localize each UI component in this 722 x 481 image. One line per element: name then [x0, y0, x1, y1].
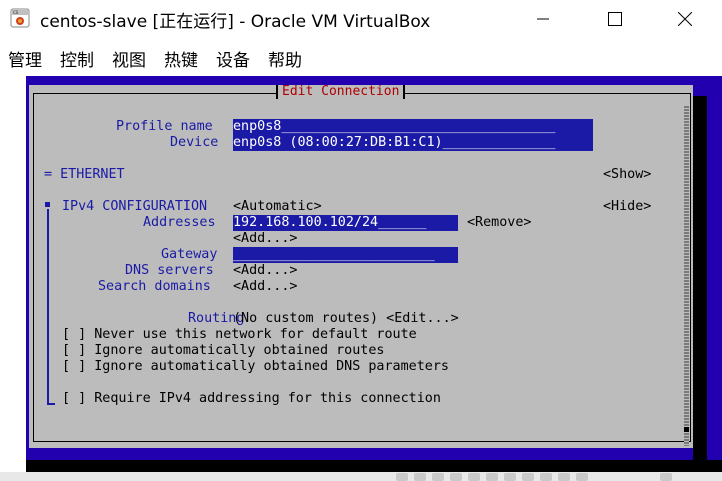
audio-icon[interactable]: [432, 473, 444, 481]
menu-control[interactable]: 控制: [60, 46, 94, 71]
vm-status-bar: [0, 472, 722, 481]
device-label: Device: [170, 135, 219, 150]
ipv4-section-marker: [45, 202, 50, 207]
add-address-button[interactable]: <Add...>: [233, 231, 298, 247]
minimize-button[interactable]: [520, 0, 566, 38]
network-icon[interactable]: [450, 473, 462, 481]
edit-connection-dialog: Edit Connection Profile name enp0s8_____…: [29, 85, 693, 448]
add-dns-button[interactable]: <Add...>: [233, 263, 298, 279]
window-title: centos-slave [正在运行] - Oracle VM VirtualB…: [40, 12, 431, 32]
virtualbox-app-icon: CS: [10, 8, 30, 28]
close-button[interactable]: [662, 0, 708, 38]
menu-bar: 管理 控制 视图 热键 设备 帮助: [0, 38, 722, 76]
search-domains-label: Search domains: [98, 279, 211, 294]
device-field[interactable]: enp0s8 (08:00:27:DB:B1:C1)______________: [233, 135, 593, 151]
window-titlebar: CS centos-slave [正在运行] - Oracle VM Virtu…: [0, 0, 722, 38]
gateway-field[interactable]: _________________________: [233, 247, 458, 263]
profile-name-label: Profile name: [116, 119, 213, 134]
keyboard-icon[interactable]: [576, 473, 588, 481]
addresses-label: Addresses: [143, 215, 216, 230]
require-ipv4-checkbox[interactable]: [ ] Require IPv4 addressing for this con…: [62, 391, 441, 407]
ethernet-section-label: = ETHERNET: [44, 167, 125, 182]
ipv4-section-bracket: [47, 209, 49, 405]
ipv4-section-bracket-end: [47, 403, 55, 405]
hard-disk-icon[interactable]: [396, 473, 408, 481]
dialog-title: Edit Connection: [276, 85, 406, 99]
ignore-routes-checkbox[interactable]: [ ] Ignore automatically obtained routes: [62, 343, 384, 359]
host-key-icon: [660, 473, 672, 481]
recording-icon[interactable]: [522, 473, 534, 481]
routing-edit-button[interactable]: (No custom routes) <Edit...>: [233, 311, 459, 327]
scrollbar-track[interactable]: [684, 106, 689, 446]
menu-manage[interactable]: 管理: [8, 46, 42, 71]
vm-screen[interactable]: Edit Connection Profile name enp0s8_____…: [26, 76, 722, 472]
shared-folder-icon[interactable]: [486, 473, 498, 481]
ipv4-config-label: IPv4 CONFIGURATION: [62, 199, 208, 214]
mouse-integration-icon[interactable]: [558, 473, 570, 481]
display-icon[interactable]: [504, 473, 516, 481]
never-default-route-checkbox[interactable]: [ ] Never use this network for default r…: [62, 327, 417, 343]
menu-devices[interactable]: 设备: [216, 46, 250, 71]
menu-view[interactable]: 视图: [112, 46, 146, 71]
scroll-down-marker[interactable]: [684, 427, 689, 432]
address-field[interactable]: 192.168.100.102/24______: [233, 215, 458, 231]
menu-help[interactable]: 帮助: [268, 46, 302, 71]
maximize-button[interactable]: [592, 0, 638, 38]
ipv4-hide-button[interactable]: <Hide>: [603, 199, 651, 215]
svg-text:CS: CS: [13, 10, 19, 15]
add-search-domain-button[interactable]: <Add...>: [233, 279, 298, 295]
optical-drive-icon[interactable]: [414, 473, 426, 481]
ipv4-mode-select[interactable]: <Automatic>: [233, 199, 322, 215]
menu-hotkeys[interactable]: 热键: [164, 46, 198, 71]
ignore-dns-checkbox[interactable]: [ ] Ignore automatically obtained DNS pa…: [62, 359, 449, 375]
usb-icon[interactable]: [468, 473, 480, 481]
cpu-icon[interactable]: [540, 473, 552, 481]
dialog-shadow: [693, 96, 707, 460]
dns-servers-label: DNS servers: [125, 263, 214, 278]
ethernet-show-button[interactable]: <Show>: [603, 167, 651, 183]
profile-name-field[interactable]: enp0s8__________________________________: [233, 119, 593, 135]
gateway-label: Gateway: [161, 247, 218, 262]
remove-address-button[interactable]: <Remove>: [467, 215, 532, 231]
